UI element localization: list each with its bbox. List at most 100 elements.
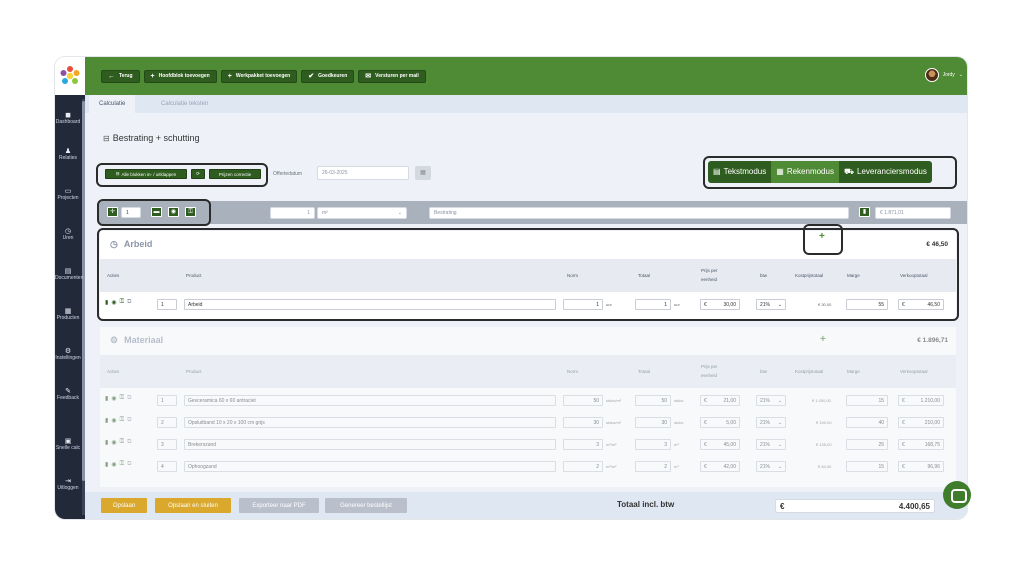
add-row-button[interactable]: + (820, 334, 826, 345)
sidebar-item-documenten[interactable]: ▤ Documenten (55, 268, 83, 281)
eye-icon[interactable]: ◉ (111, 395, 116, 402)
tab-calculatie[interactable]: Calculatie (89, 95, 136, 113)
offer-date-input[interactable]: 26-03-2025 (317, 166, 409, 180)
trash-icon[interactable]: ▮ (105, 395, 108, 402)
btw-select[interactable]: 21% ⌄ (756, 461, 786, 472)
unlock-icon: ⚿ (188, 209, 193, 215)
sidebar-item-uitloggen[interactable]: ⇥ Uitloggen (55, 478, 81, 491)
sidebar-item-uren[interactable]: ◷ Uren (55, 228, 81, 241)
price-correction-button[interactable]: Prijzen correctie (209, 169, 261, 179)
trash-icon[interactable]: ▮ (105, 439, 108, 446)
sale-total-input[interactable]: €210,00 (898, 417, 944, 428)
unlock-button[interactable]: ⚿ (185, 207, 196, 217)
eye-icon[interactable]: ◉ (111, 439, 116, 446)
calendar-button[interactable]: ▦ (415, 166, 431, 180)
logo[interactable] (55, 57, 85, 95)
drag-handle[interactable]: ✛ (107, 207, 118, 217)
copy-icon[interactable]: ⧉ (127, 439, 131, 446)
btw-select[interactable]: 21% ⌄ (756, 417, 786, 428)
eye-icon[interactable]: ◉ (111, 461, 116, 468)
row-order-select[interactable]: 2 (157, 417, 177, 428)
refresh-button[interactable]: ⟳ (191, 169, 205, 179)
trash-icon[interactable]: ▮ (105, 417, 108, 424)
calc-mode-button[interactable]: ▦ Rekenmodus (771, 161, 839, 183)
add-work-package-button[interactable]: + Werkpakket toevoegen (220, 69, 298, 83)
product-input[interactable]: Opsluitband 10 x 20 x 100 cm grijs (184, 417, 556, 428)
eye-icon[interactable]: ◉ (111, 417, 116, 424)
margin-input[interactable]: 25 (846, 439, 888, 450)
norm-input[interactable]: 2 (563, 461, 603, 472)
sidebar-item-feedback[interactable]: ✎ Feedback (55, 388, 81, 401)
margin-input[interactable]: 15 (846, 395, 888, 406)
copy-icon[interactable]: ⧉ (127, 461, 131, 468)
sidebar-item-relaties[interactable]: ♟ Relaties (55, 148, 81, 161)
plus-icon: + (820, 334, 826, 345)
unlock-icon[interactable]: ⚿ (120, 439, 125, 446)
product-input[interactable]: Gevceramica 60 x 60 antraciet (184, 395, 556, 406)
norm-input[interactable]: 50 (563, 395, 603, 406)
sale-total-input[interactable]: €168,75 (898, 439, 944, 450)
block-unit-select[interactable]: m² ⌄ (317, 207, 407, 219)
sidebar-item-dashboard[interactable]: ◼ Dashboard (55, 112, 81, 125)
sale-total-input[interactable]: €96,96 (898, 461, 944, 472)
norm-input[interactable]: 30 (563, 417, 603, 428)
supplier-mode-button[interactable]: ⛟ Leveranciersmodus (839, 161, 932, 183)
add-row-button[interactable]: + (819, 231, 825, 242)
norm-input[interactable]: 3 (563, 439, 603, 450)
btw-select[interactable]: 21% ⌄ (756, 439, 786, 450)
trash-icon[interactable]: ▮ (105, 461, 108, 468)
unlock-icon[interactable]: ⚿ (120, 395, 125, 402)
section-header: ⚙ Materiaal + € 1.896,71 (100, 327, 956, 353)
save-button[interactable]: Opslaan (101, 498, 147, 513)
row-order-select[interactable]: 3 (157, 439, 177, 450)
chat-widget-button[interactable] (943, 481, 971, 509)
sidebar-item-snelle-calc[interactable]: ▣ Snelle calc (55, 438, 81, 451)
text-mode-button[interactable]: ▤ Tekstmodus (708, 161, 771, 183)
sidebar-scrollbar[interactable] (82, 99, 85, 515)
product-input[interactable]: Brekerszand (184, 439, 556, 450)
collapse-button[interactable]: ▬ (151, 207, 162, 217)
user-menu[interactable]: Jordy ⌄ (924, 68, 963, 82)
section-total: € 1.896,71 (917, 336, 948, 344)
delete-block-button[interactable]: ▮ (859, 207, 870, 217)
block-name-input[interactable]: Bestrating (429, 207, 849, 219)
sidebar-item-producten[interactable]: ▦ Producten (55, 308, 81, 321)
price-input[interactable]: €21,00 (700, 395, 740, 406)
total-input[interactable]: 50 (635, 395, 671, 406)
cost-total: € 84,00 (818, 464, 832, 469)
unlock-icon[interactable]: ⚿ (120, 417, 125, 424)
total-input[interactable]: 3 (635, 439, 671, 450)
copy-icon[interactable]: ⧉ (127, 417, 131, 424)
chevron-down-icon: ⌄ (777, 441, 782, 448)
total-input[interactable]: 30 (635, 417, 671, 428)
unlock-icon[interactable]: ⚿ (120, 461, 125, 468)
visibility-button[interactable]: ◉ (168, 207, 179, 217)
sale-total-input[interactable]: €1.210,00 (898, 395, 944, 406)
toggle-blocks-button[interactable]: ⊟ Alle blokken in- / uitklappen (105, 169, 187, 179)
save-close-button[interactable]: Opslaan en sluiten (155, 498, 231, 513)
margin-input[interactable]: 40 (846, 417, 888, 428)
block-order-input[interactable]: 1 (121, 207, 141, 218)
total-input[interactable]: 2 (635, 461, 671, 472)
back-button[interactable]: ← Terug (101, 69, 140, 83)
price-input[interactable]: €42,00 (700, 461, 740, 472)
generate-order-list-button[interactable]: Genereer bestellijst (325, 498, 407, 513)
price-input[interactable]: €5,00 (700, 417, 740, 428)
row-order-select[interactable]: 1 (157, 395, 177, 406)
export-pdf-button[interactable]: Exporteer naar PDF (239, 498, 319, 513)
approve-button[interactable]: ✔ Goedkeuren (301, 69, 355, 83)
row-order-select[interactable]: 4 (157, 461, 177, 472)
add-main-block-button[interactable]: + Hoofdblok toevoegen (143, 69, 217, 83)
btw-select[interactable]: 21% ⌄ (756, 395, 786, 406)
table-row: ▮ ◉ ⚿ ⧉ 4 Ophoogzand 2 m³/m² 2 m³ €42,00 21… (100, 455, 956, 477)
block-quantity-input[interactable]: 1 (270, 207, 315, 219)
copy-icon[interactable]: ⧉ (127, 395, 131, 402)
tab-calculatie-teksten[interactable]: Calculatie teksten (151, 95, 218, 113)
product-input[interactable]: Ophoogzand (184, 461, 556, 472)
price-input[interactable]: €45,00 (700, 439, 740, 450)
table-row: ▮ ◉ ⚿ ⧉ 1 Gevceramica 60 x 60 antraciet 50 … (100, 389, 956, 411)
margin-input[interactable]: 15 (846, 461, 888, 472)
sidebar-item-projecten[interactable]: ▭ Projecten (55, 188, 81, 201)
send-mail-button[interactable]: ✉ Versturen per mail (358, 69, 426, 83)
sidebar-item-instellingen[interactable]: ⚙ Instellingen (55, 348, 81, 361)
